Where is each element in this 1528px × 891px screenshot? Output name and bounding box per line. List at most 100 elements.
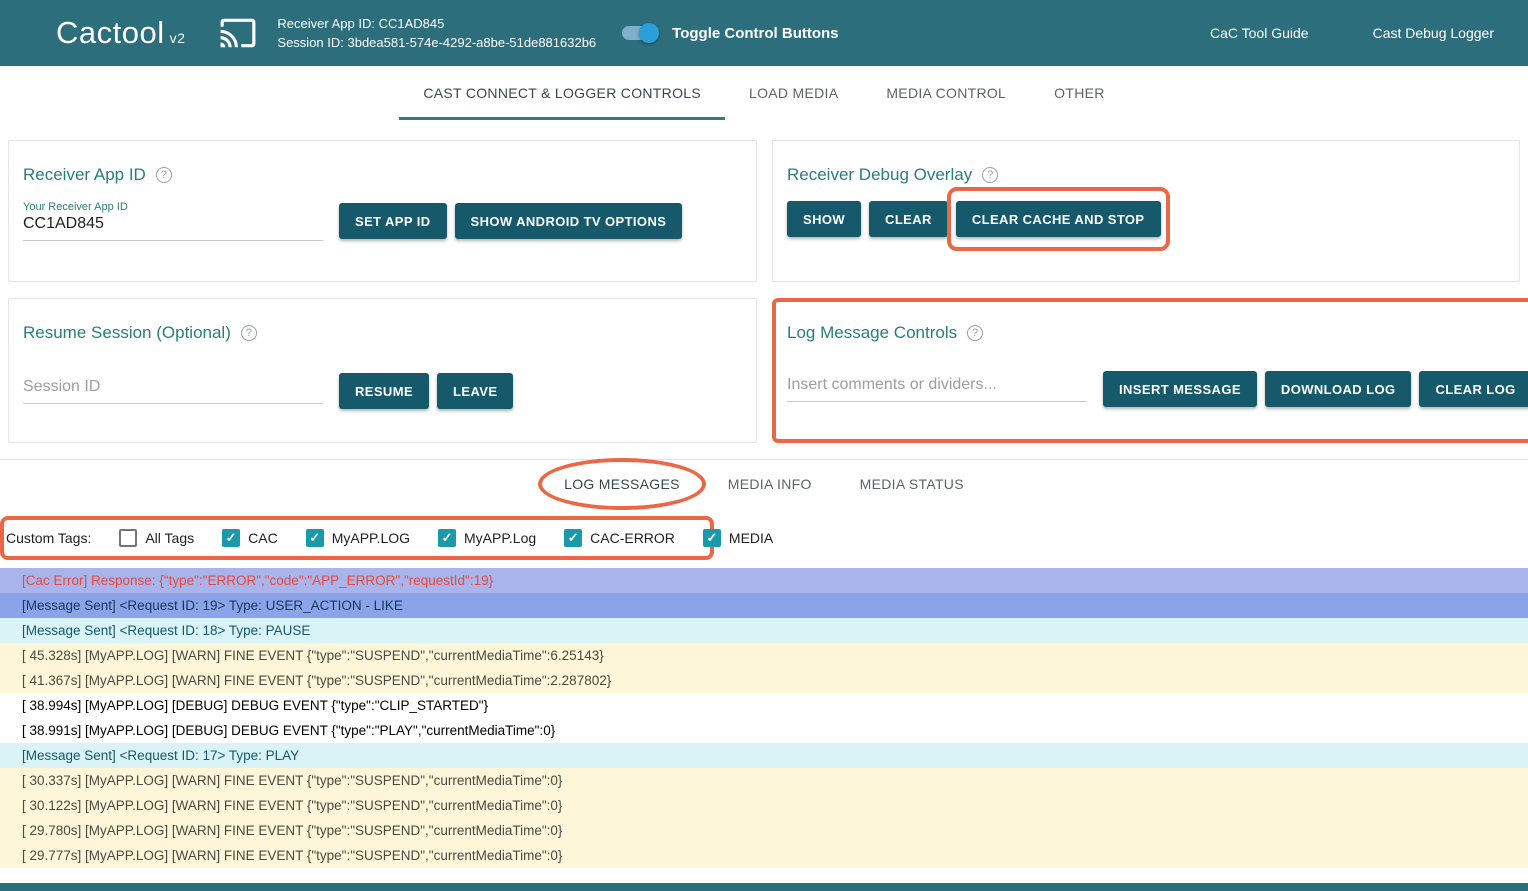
clear-cache-and-stop-button[interactable]: CLEAR CACHE AND STOP: [956, 201, 1161, 237]
receiver-app-id-title: Receiver App ID: [23, 165, 146, 185]
log-row: [ 41.367s] [MyAPP.LOG] [WARN] FINE EVENT…: [0, 668, 1528, 693]
checkbox-media[interactable]: [703, 529, 721, 547]
log-row: [ 29.777s] [MyAPP.LOG] [WARN] FINE EVENT…: [0, 843, 1528, 868]
show-android-tv-options-button[interactable]: SHOW ANDROID TV OPTIONS: [455, 203, 683, 239]
receiver-app-id-field-label: Your Receiver App ID: [23, 201, 323, 213]
set-app-id-button[interactable]: SET APP ID: [339, 203, 447, 239]
panel-row-2: Resume Session (Optional) ? RESUME LEAVE…: [8, 298, 1520, 443]
tab-other[interactable]: OTHER: [1030, 66, 1129, 120]
tag-item-media: MEDIA: [703, 529, 773, 547]
tag-label: MyAPP.Log: [464, 530, 536, 546]
tag-item-myapp-log: MyAPP.Log: [438, 529, 536, 547]
footer-bar: [0, 883, 1528, 891]
debug-overlay-controls: SHOW CLEAR CLEAR CACHE AND STOP: [787, 201, 1505, 237]
header-links: CaC Tool Guide Cast Debug Logger: [1210, 25, 1494, 41]
tab-cast-connect-logger-controls[interactable]: CAST CONNECT & LOGGER CONTROLS: [399, 66, 725, 120]
tab-log-messages-label: LOG MESSAGES: [564, 476, 680, 492]
log-message-controls-panel: Log Message Controls ? INSERT MESSAGE DO…: [772, 298, 1528, 443]
receiver-app-id-title-row: Receiver App ID ?: [23, 165, 742, 185]
clear-overlay-button[interactable]: CLEAR: [869, 201, 948, 237]
cac-tool-guide-link[interactable]: CaC Tool Guide: [1210, 25, 1309, 41]
receiver-debug-overlay-title: Receiver Debug Overlay: [787, 165, 972, 185]
session-id-input[interactable]: [23, 378, 323, 403]
log-row: [Message Sent] <Request ID: 18> Type: PA…: [0, 618, 1528, 643]
tab-media-control[interactable]: MEDIA CONTROL: [862, 66, 1030, 120]
control-buttons-toggle[interactable]: [622, 26, 656, 40]
log-message-controls-title: Log Message Controls: [787, 323, 957, 343]
log-message-controls: INSERT MESSAGE DOWNLOAD LOG CLEAR LOG: [787, 371, 1528, 407]
insert-message-button[interactable]: INSERT MESSAGE: [1103, 371, 1257, 407]
annotation-wrap: CLEAR CACHE AND STOP: [956, 201, 1161, 237]
tag-item-myapp-log-upper: MyAPP.LOG: [306, 529, 410, 547]
help-icon[interactable]: ?: [156, 167, 172, 183]
log-tab-bar: LOG MESSAGES MEDIA INFO MEDIA STATUS: [0, 460, 1528, 508]
cast-icon: [215, 14, 261, 52]
app-logo: Cactool v2: [56, 15, 185, 51]
tag-label: CAC-ERROR: [590, 530, 675, 546]
cast-debug-logger-link[interactable]: Cast Debug Logger: [1373, 25, 1494, 41]
panel-row-1: Receiver App ID ? Your Receiver App ID S…: [8, 140, 1520, 282]
custom-tags-box: Custom Tags: All Tags CAC MyAPP.LOG MyAP…: [0, 516, 714, 560]
log-row: [ 29.780s] [MyAPP.LOG] [WARN] FINE EVENT…: [0, 818, 1528, 843]
insert-comment-input[interactable]: [787, 376, 1087, 401]
tab-media-status[interactable]: MEDIA STATUS: [836, 460, 988, 508]
tag-item-cac-error: CAC-ERROR: [564, 529, 675, 547]
app-logo-text: Cactool: [56, 15, 165, 50]
session-info: Receiver App ID: CC1AD845 Session ID: 3b…: [277, 14, 596, 52]
show-overlay-button[interactable]: SHOW: [787, 201, 861, 237]
toggle-label: Toggle Control Buttons: [672, 25, 838, 42]
receiver-app-id-controls: Your Receiver App ID SET APP ID SHOW AND…: [23, 201, 742, 241]
receiver-debug-overlay-panel: Receiver Debug Overlay ? SHOW CLEAR CLEA…: [772, 140, 1520, 282]
download-log-button[interactable]: DOWNLOAD LOG: [1265, 371, 1412, 407]
receiver-app-id-text: Receiver App ID: CC1AD845: [277, 14, 596, 33]
tag-label: MEDIA: [729, 530, 773, 546]
log-row: [Cac Error] Response: {"type":"ERROR","c…: [0, 568, 1528, 593]
session-id-field: [23, 378, 323, 404]
tag-item-all-tags: All Tags: [119, 529, 194, 547]
resume-session-controls: RESUME LEAVE: [23, 373, 742, 409]
tag-label: All Tags: [145, 530, 194, 546]
help-icon[interactable]: ?: [982, 167, 998, 183]
receiver-app-id-field: Your Receiver App ID: [23, 201, 323, 241]
app-logo-version: v2: [170, 30, 186, 46]
log-row: [ 45.328s] [MyAPP.LOG] [WARN] FINE EVENT…: [0, 643, 1528, 668]
checkbox-myapp-log-upper[interactable]: [306, 529, 324, 547]
page: Cactool v2 Receiver App ID: CC1AD845 Sess…: [0, 0, 1528, 891]
log-row: [Message Sent] <Request ID: 17> Type: PL…: [0, 743, 1528, 768]
log-row: [ 30.337s] [MyAPP.LOG] [WARN] FINE EVENT…: [0, 768, 1528, 793]
main-tab-bar: CAST CONNECT & LOGGER CONTROLS LOAD MEDI…: [0, 66, 1528, 120]
session-id-text: Session ID: 3bdea581-574e-4292-a8be-51de…: [277, 33, 596, 52]
receiver-app-id-panel: Receiver App ID ? Your Receiver App ID S…: [8, 140, 757, 282]
tag-label: CAC: [248, 530, 278, 546]
tab-load-media[interactable]: LOAD MEDIA: [725, 66, 862, 120]
resume-session-panel: Resume Session (Optional) ? RESUME LEAVE: [8, 298, 757, 443]
tab-media-info[interactable]: MEDIA INFO: [704, 460, 836, 508]
checkbox-myapp-log[interactable]: [438, 529, 456, 547]
leave-button[interactable]: LEAVE: [437, 373, 513, 409]
tab-log-messages[interactable]: LOG MESSAGES: [540, 460, 704, 508]
log-row: [ 30.122s] [MyAPP.LOG] [WARN] FINE EVENT…: [0, 793, 1528, 818]
resume-button[interactable]: RESUME: [339, 373, 429, 409]
insert-comment-field: [787, 376, 1087, 402]
receiver-debug-overlay-title-row: Receiver Debug Overlay ?: [787, 165, 1505, 185]
checkbox-all-tags[interactable]: [119, 529, 137, 547]
log-controls-buttons: INSERT MESSAGE DOWNLOAD LOG CLEAR LOG: [1103, 371, 1528, 407]
log-row: [ 38.991s] [MyAPP.LOG] [DEBUG] DEBUG EVE…: [0, 718, 1528, 743]
clear-log-button[interactable]: CLEAR LOG: [1419, 371, 1528, 407]
tag-label: MyAPP.LOG: [332, 530, 410, 546]
help-icon[interactable]: ?: [967, 325, 983, 341]
log-message-list: [Cac Error] Response: {"type":"ERROR","c…: [0, 568, 1528, 868]
app-header: Cactool v2 Receiver App ID: CC1AD845 Sess…: [0, 0, 1528, 66]
checkbox-cac[interactable]: [222, 529, 240, 547]
panels-area: Receiver App ID ? Your Receiver App ID S…: [8, 140, 1520, 443]
log-row: [Message Sent] <Request ID: 19> Type: US…: [0, 593, 1528, 618]
log-row: [ 38.994s] [MyAPP.LOG] [DEBUG] DEBUG EVE…: [0, 693, 1528, 718]
tag-item-cac: CAC: [222, 529, 278, 547]
toggle-knob: [639, 23, 659, 43]
log-message-controls-title-row: Log Message Controls ?: [787, 323, 1528, 343]
checkbox-cac-error[interactable]: [564, 529, 582, 547]
help-icon[interactable]: ?: [241, 325, 257, 341]
custom-tags-label: Custom Tags:: [6, 530, 91, 546]
receiver-app-id-input[interactable]: [23, 215, 323, 240]
resume-session-title: Resume Session (Optional): [23, 323, 231, 343]
